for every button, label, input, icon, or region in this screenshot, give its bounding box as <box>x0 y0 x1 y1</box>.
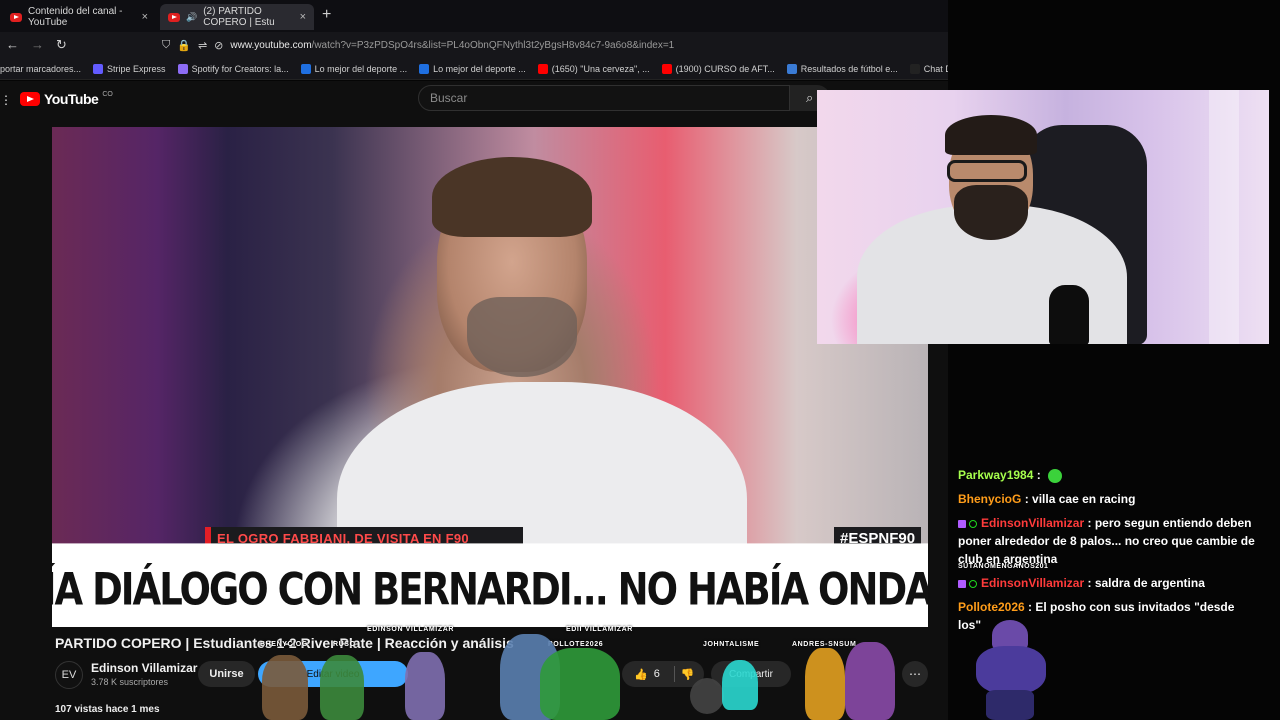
chat-message: EdinsonVillamizar : pero segun entiendo … <box>958 514 1258 570</box>
stream-chat: Parkway1984 : BhenycioG : villa cae en r… <box>958 466 1258 640</box>
chat-username: EdinsonVillamizar <box>981 576 1085 590</box>
tab-video[interactable]: 🔊 (2) PARTIDO COPERO | Estu × <box>160 4 314 30</box>
chat-username: Pollote2026 <box>958 600 1025 614</box>
bookmark-item[interactable]: (1650) "Una cerveza", ... <box>537 63 650 74</box>
mod-badge-icon <box>958 519 966 528</box>
menu-icon[interactable]: ⋮ <box>0 93 12 107</box>
thumbs-up-icon: 👍 <box>634 668 648 681</box>
mod-badge-icon <box>958 579 966 588</box>
channel-row: EV Edinson Villamizar 3.78 K suscriptore… <box>55 659 935 695</box>
bookmark-item[interactable]: Resultados de fútbol e... <box>786 63 898 74</box>
bookmark-favicon-icon <box>537 63 548 74</box>
bookmark-favicon-icon <box>661 63 672 74</box>
join-button[interactable]: Unirse <box>198 661 255 687</box>
video-title: PARTIDO COPERO | Estudiantes 1-2 River P… <box>55 635 514 651</box>
youtube-favicon-icon <box>10 12 22 22</box>
video-person-hair <box>432 157 592 237</box>
chat-message: BhenycioG : villa cae en racing <box>958 492 1136 506</box>
bookmark-label: portar marcadores... <box>0 63 82 74</box>
webcam-feed <box>817 90 1269 344</box>
bookmarks-bar: portar marcadores... Stripe Express Spotif… <box>0 58 948 80</box>
bookmark-item[interactable]: Lo mejor del deporte ... <box>419 63 526 74</box>
webcam-background-door <box>1209 90 1239 344</box>
view-count-date: 107 vistas hace 1 mes <box>55 704 160 715</box>
bookmark-item[interactable]: Chat Dashboard by C... <box>909 63 948 74</box>
bookmark-label: Lo mejor del deporte ... <box>314 63 408 74</box>
chat-username: EdinsonVillamizar <box>981 516 1085 530</box>
bookmark-label: Spotify for Creators: la... <box>191 63 289 74</box>
bookmark-label: (1900) CURSO de AFT... <box>675 63 775 74</box>
back-arrow-icon[interactable]: ← <box>6 37 19 52</box>
vegito-sprite <box>968 620 1052 720</box>
bookmark-label: Lo mejor del deporte ... <box>433 63 526 74</box>
bookmark-favicon-icon <box>786 63 797 74</box>
chat-message: Parkway1984 : <box>958 466 1258 484</box>
chat-message: EdinsonVillamizar : saldra de argentina <box>958 574 1258 592</box>
more-options-icon[interactable]: ⋯ <box>902 661 928 687</box>
new-tab-button[interactable]: + <box>322 6 331 24</box>
lock-icon: 🔒 <box>177 39 191 52</box>
country-code: CO <box>102 90 113 98</box>
microphone <box>1049 285 1089 344</box>
bookmark-item[interactable]: (1900) CURSO de AFT... <box>661 63 775 74</box>
chat-username: Parkway1984 <box>958 468 1034 482</box>
tab-close-icon[interactable]: × <box>300 11 306 23</box>
divider <box>673 666 675 682</box>
video-person-beard <box>467 297 577 377</box>
bookmark-item[interactable]: Stripe Express <box>93 63 166 74</box>
bookmark-favicon-icon <box>419 63 430 74</box>
shield-icon: ⛉ <box>162 38 171 51</box>
tab-channel-content[interactable]: Contenido del canal - YouTube × <box>2 4 156 30</box>
tab-title: (2) PARTIDO COPERO | Estu <box>203 6 275 28</box>
bookmark-favicon-icon <box>93 63 104 74</box>
verified-badge-icon <box>969 579 977 588</box>
like-count: 6 <box>653 668 660 680</box>
streamer-glasses <box>947 160 1027 182</box>
chat-text: saldra de argentina <box>1094 576 1205 590</box>
bookmark-label: Resultados de fútbol e... <box>800 63 898 74</box>
chat-text: villa cae en racing <box>1032 492 1136 506</box>
streamer-hair <box>945 115 1037 155</box>
youtube-page: ⋮ YouTube CO Buscar ⌕ EL OGRO FABBIANI, … <box>0 81 948 720</box>
speaker-icon: 🔊 <box>186 11 198 22</box>
browser-address-bar: ← → ↻ ⛉ 🔒 ⇌ ⊘ www.youtube.com/watch?v=P3… <box>0 32 948 58</box>
bookmark-item[interactable]: Lo mejor del deporte ... <box>300 63 408 74</box>
streamer-beard <box>954 185 1028 240</box>
bookmark-favicon-icon <box>909 63 920 74</box>
bookmark-label: (1650) "Una cerveza", ... <box>551 63 650 74</box>
verified-badge-icon <box>969 519 977 528</box>
subscriber-count: 3.78 K suscriptores <box>91 677 169 687</box>
url-text: www.youtube.com/watch?v=P3zPDSpO4rs&list… <box>230 39 675 51</box>
tab-close-icon[interactable]: × <box>142 11 148 23</box>
forward-arrow-icon[interactable]: → <box>31 37 44 52</box>
quote-banner: "NO TENÍA DIÁLOGO CON BERNARDI... NO HAB… <box>52 543 928 627</box>
bookmark-item[interactable]: portar marcadores... <box>0 64 81 74</box>
no-tracking-icon: ⊘ <box>214 39 224 52</box>
youtube-play-icon <box>20 92 40 106</box>
youtube-favicon-icon <box>168 12 180 22</box>
reload-icon[interactable]: ↻ <box>56 37 67 53</box>
video-player[interactable]: EL OGRO FABBIANI, DE VISITA EN F90 #ESPN… <box>52 127 928 627</box>
bookmark-favicon-icon <box>177 63 188 74</box>
tab-title: Contenido del canal - YouTube <box>28 6 123 28</box>
browser-tab-bar: Contenido del canal - YouTube × 🔊 (2) PA… <box>0 0 948 32</box>
screen: Contenido del canal - YouTube × 🔊 (2) PA… <box>0 0 1280 720</box>
share-button[interactable]: Compartir <box>711 661 791 687</box>
logo-text: YouTube <box>44 91 99 107</box>
bookmark-favicon-icon <box>300 63 311 74</box>
chat-username: BhenycioG <box>958 492 1022 506</box>
channel-avatar[interactable]: EV <box>55 661 83 689</box>
like-button[interactable]: 👍 6 👎 <box>622 661 704 687</box>
channel-name[interactable]: Edinson Villamizar <box>91 661 197 675</box>
youtube-logo[interactable]: YouTube CO <box>20 91 113 107</box>
bookmark-label: Chat Dashboard by C... <box>923 63 948 74</box>
thumbs-down-icon[interactable]: 👎 <box>681 668 695 681</box>
url-field[interactable]: ⛉ 🔒 ⇌ ⊘ www.youtube.com/watch?v=P3zPDSpO… <box>156 35 936 55</box>
bookmark-label: Stripe Express <box>107 63 166 74</box>
edit-video-button[interactable]: Editar video <box>258 661 408 687</box>
permissions-icon[interactable]: ⇌ <box>198 39 207 52</box>
search-input[interactable]: Buscar <box>418 85 790 111</box>
bookmark-item[interactable]: Spotify for Creators: la... <box>177 63 289 74</box>
emote-icon <box>1048 468 1063 483</box>
